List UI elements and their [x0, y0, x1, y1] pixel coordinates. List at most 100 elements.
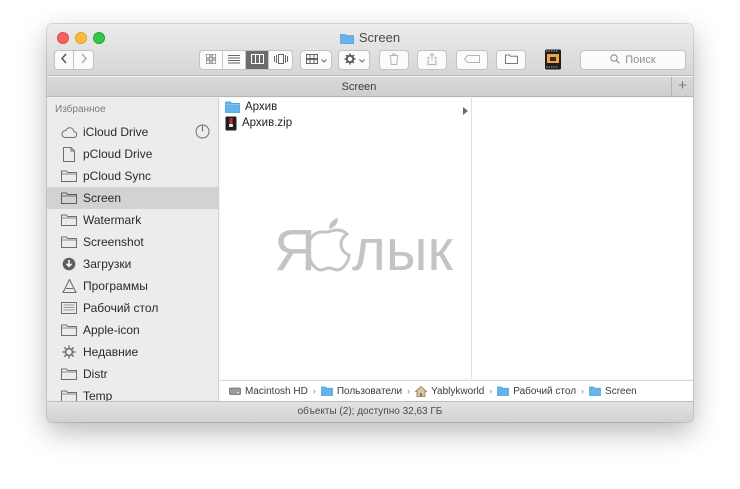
window-title: Screen [47, 30, 693, 47]
folder-icon [504, 54, 518, 67]
folder-icon [61, 168, 77, 184]
gear-icon [344, 53, 356, 68]
sidebar-item-label: Недавние [83, 345, 139, 359]
trash-icon [389, 53, 399, 68]
file-name: Архив [245, 101, 278, 113]
path-bar: Macintosh HD › Пользователи › Yablykworl… [220, 380, 693, 401]
folder-icon [589, 386, 601, 396]
status-bar: объекты (2); доступно 32,63 ГБ [47, 401, 693, 422]
sidebar-item-label: pCloud Drive [83, 147, 153, 161]
back-button[interactable] [54, 50, 74, 70]
file-name: Архив.zip [242, 117, 293, 129]
tab-screen[interactable]: Screen [47, 81, 671, 93]
folder-icon [61, 212, 77, 228]
sidebar-item-screen[interactable]: Screen [47, 187, 218, 209]
search-icon [610, 53, 625, 67]
tags-button[interactable] [456, 50, 488, 70]
sidebar-item-desktop[interactable]: Рабочий стол [47, 297, 218, 319]
chevron-left-icon [60, 53, 68, 67]
arrange-grid-icon [305, 53, 318, 67]
storage-progress-icon [195, 124, 210, 144]
applications-icon [61, 278, 77, 294]
sidebar-item-label: Загрузки [83, 257, 132, 271]
folder-icon [225, 101, 240, 113]
path-crumb-label: Пользователи [336, 385, 403, 397]
sidebar-item-label: Distr [83, 367, 108, 381]
sidebar-item-label: Apple-icon [83, 323, 140, 337]
file-row-archive-zip[interactable]: Архив.zip [220, 115, 472, 131]
path-crumb-label: Рабочий стол [513, 385, 577, 397]
folder-icon [61, 234, 77, 250]
sidebar-item-label: pCloud Sync [83, 169, 152, 183]
titlebar: Screen Поиск [47, 24, 693, 76]
sidebar-item-label: Watermark [83, 213, 142, 227]
chevron-down-icon [358, 54, 365, 66]
view-mode-control [199, 50, 293, 70]
sidebar-heading: Избранное [55, 104, 106, 115]
download-icon [61, 256, 77, 272]
tab-bar: Screen + [47, 77, 693, 97]
desktop-icon [61, 300, 77, 316]
column-view-button[interactable] [246, 51, 269, 69]
sidebar-item-applications[interactable]: Программы [47, 275, 218, 297]
path-crumb-label: Yablykworld [431, 385, 485, 397]
zip-archive-icon [225, 116, 237, 131]
recents-gear-icon [61, 344, 77, 360]
sidebar-item-pcloud-drive[interactable]: pCloud Drive [47, 143, 218, 165]
sidebar-item-watermark[interactable]: Watermark [47, 209, 218, 231]
path-crumb-screen[interactable]: Screen [589, 386, 637, 397]
folder-icon [61, 190, 77, 206]
sidebar-item-downloads[interactable]: Загрузки [47, 253, 218, 275]
icon-view-icon [205, 51, 217, 69]
sidebar-item-distr[interactable]: Distr [47, 363, 218, 385]
list-view-icon [228, 51, 240, 69]
filmstrip-app-icon [544, 49, 562, 74]
path-crumb-label: Screen [605, 385, 637, 397]
path-separator-icon: › [489, 386, 493, 396]
path-crumb-desktop[interactable]: Рабочий стол [497, 386, 576, 397]
share-icon [427, 52, 437, 68]
coverflow-view-icon [273, 51, 288, 69]
sidebar-item-screenshot[interactable]: Screenshot [47, 231, 218, 253]
filmstrip-app-button[interactable] [544, 49, 562, 70]
column-view-icon [250, 51, 264, 69]
sidebar-item-label: Temp [83, 389, 113, 401]
sidebar-item-recents[interactable]: Недавние [47, 341, 218, 363]
sidebar: Избранное iCloud Drive pCloud Drive pClo… [47, 98, 219, 401]
sidebar-item-apple-icon[interactable]: Apple-icon [47, 319, 218, 341]
folder-icon [61, 322, 77, 338]
share-button[interactable] [417, 50, 447, 70]
path-crumb-label: Macintosh HD [245, 385, 308, 397]
folder-icon [61, 388, 77, 401]
new-folder-button[interactable] [496, 50, 526, 70]
add-tab-button[interactable]: + [671, 77, 693, 96]
coverflow-view-button[interactable] [269, 51, 292, 69]
sidebar-item-temp[interactable]: Temp [47, 385, 218, 401]
arrange-button[interactable] [300, 50, 332, 70]
file-row-archive-folder[interactable]: Архив [220, 99, 472, 115]
sidebar-item-icloud-drive[interactable]: iCloud Drive [47, 121, 218, 144]
folder-icon [61, 366, 77, 382]
folder-icon [339, 32, 354, 47]
sidebar-item-label: Screenshot [83, 235, 144, 249]
sidebar-item-label: Рабочий стол [83, 301, 159, 315]
forward-button[interactable] [74, 50, 94, 70]
search-placeholder: Поиск [625, 54, 656, 66]
sidebar-item-label: iCloud Drive [83, 125, 149, 139]
hard-drive-icon [229, 386, 241, 396]
sidebar-item-pcloud-sync[interactable]: pCloud Sync [47, 165, 218, 187]
delete-button[interactable] [379, 50, 409, 70]
chevron-down-icon [320, 54, 327, 66]
cloud-icon [61, 124, 77, 140]
path-crumb-home[interactable]: Yablykworld [415, 385, 485, 397]
action-button[interactable] [338, 50, 370, 70]
window-title-text: Screen [358, 30, 401, 45]
icon-view-button[interactable] [200, 51, 223, 69]
watermark-text-right: лык [352, 218, 454, 282]
search-field[interactable]: Поиск [580, 50, 686, 70]
path-separator-icon: › [407, 386, 411, 396]
path-crumb-users[interactable]: Пользователи [320, 385, 403, 397]
chevron-right-icon [80, 53, 88, 67]
path-crumb-macintosh-hd[interactable]: Macintosh HD [229, 386, 308, 397]
list-view-button[interactable] [223, 51, 246, 69]
